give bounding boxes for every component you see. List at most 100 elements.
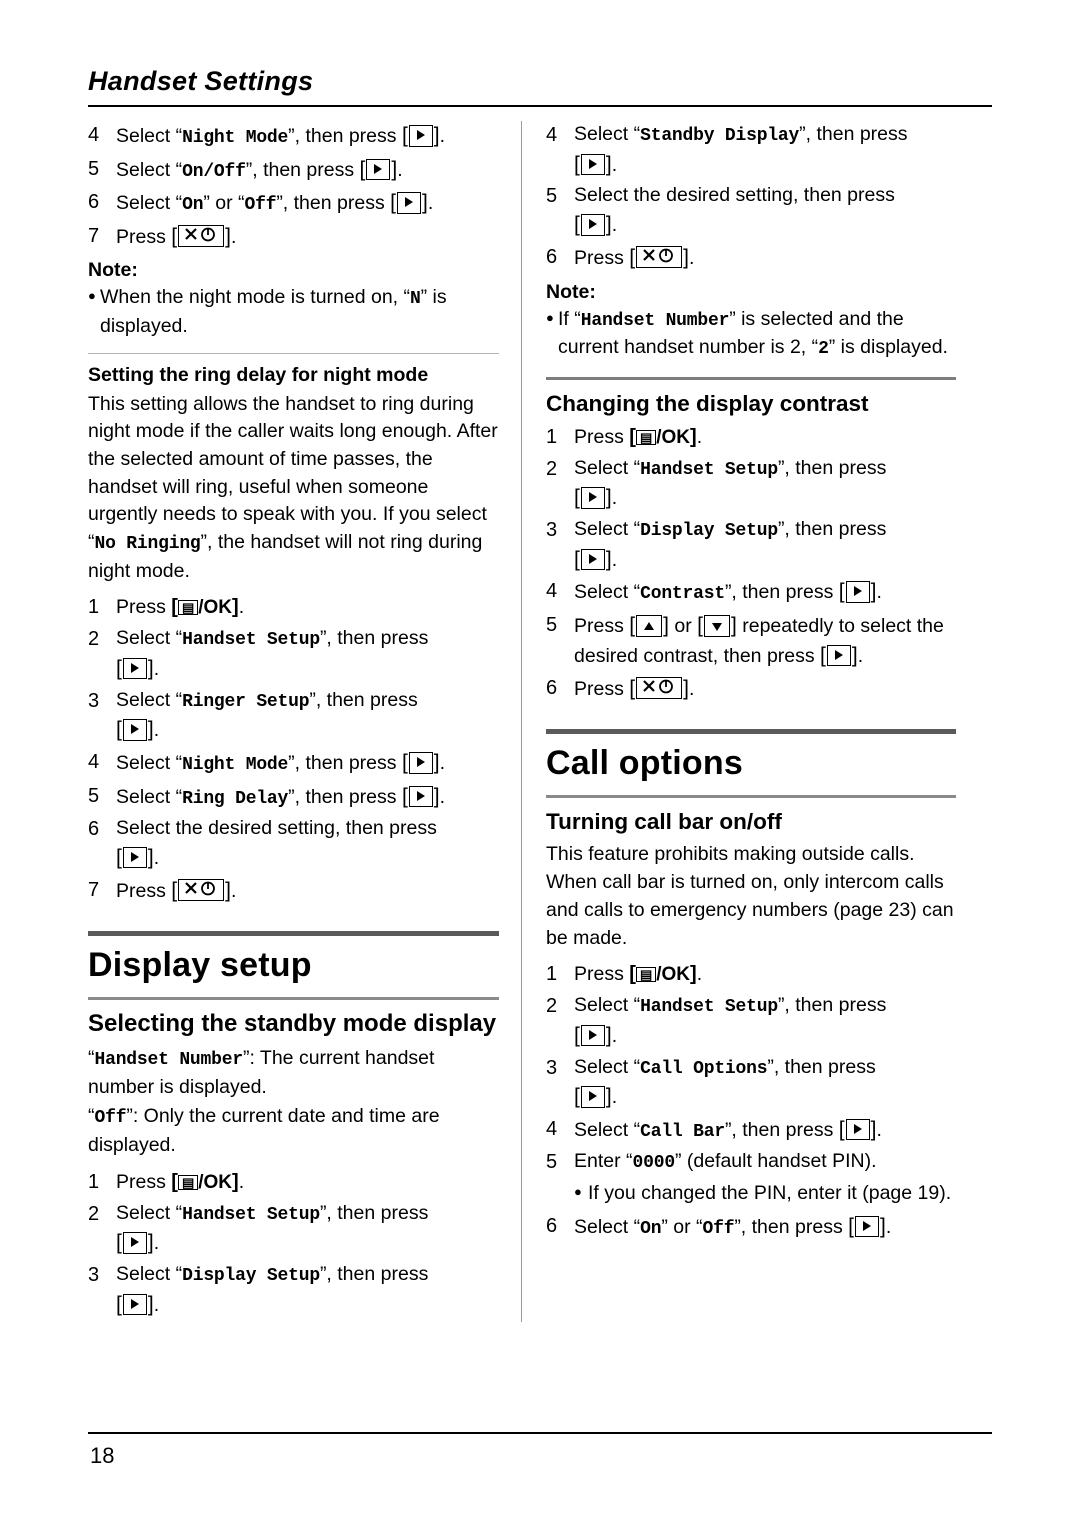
bullet-dot: ● [546, 309, 554, 325]
subsection-heading: Setting the ring delay for night mode [88, 363, 429, 386]
chapter-title-display-setup: Display setup [88, 946, 312, 985]
step-text-end: . [611, 214, 618, 237]
step-text-end: . [876, 581, 882, 604]
step-item: 4 Select “Night Mode”, then press []. [88, 748, 499, 779]
navigator-key-icon: [] [401, 124, 440, 147]
step-text-post: ”, then press [767, 1055, 876, 1078]
menu-item-name: Off [94, 1108, 127, 1129]
step-text: Select “Display Setup”, then press []. [116, 1261, 499, 1319]
menu-item-name: Contrast [640, 584, 725, 605]
navigator-key-icon: [] [574, 152, 612, 176]
step-text: Select “Handset Setup”, then press []. [116, 625, 499, 683]
navigator-key-icon: [] [359, 157, 398, 181]
step-item: 5 Press [] or [] repeatedly to select th… [546, 611, 956, 671]
step-number: 4 [88, 124, 100, 146]
step-text-end: . [439, 125, 446, 147]
step-text-post: ”, then press [288, 752, 402, 775]
menu-item-name: Call Bar [640, 1121, 725, 1142]
note-bullet-text: When the night mode is turned on, “N” is… [100, 284, 499, 340]
chapter-underline [546, 795, 956, 799]
step-text-end: . [439, 752, 446, 775]
step-number: 7 [88, 224, 100, 247]
power-phone-icon [185, 881, 216, 896]
menu-ok-key-icon: [▤/OK] [629, 425, 697, 448]
step-text: Select “Ringer Setup”, then press []. [116, 687, 499, 745]
step-number: 2 [88, 1202, 100, 1225]
navigator-key-icon: [] [574, 213, 612, 237]
menu-item-name-alt: Off [702, 1218, 735, 1239]
step-text: Press []. [574, 243, 956, 273]
navigator-key-icon: [] [116, 718, 154, 742]
step-text-post: ”, then press [777, 994, 887, 1017]
step-item: 3 Select “Ringer Setup”, then press []. [88, 687, 499, 745]
note-bullet: ● When the night mode is turned on, “N” … [88, 284, 499, 340]
step-text-pre: Press [116, 879, 172, 902]
body-paragraph: “Handset Number”: The current handset nu… [88, 1047, 435, 1098]
step-text-pre: Press [116, 225, 172, 248]
step-text-end: . [153, 846, 160, 869]
menu-ok-key-icon: [▤/OK] [171, 596, 239, 619]
note-text-pre: If “ [558, 307, 581, 330]
default-pin-code: 0000 [632, 1153, 676, 1174]
step-item: 6 Press []. [546, 674, 956, 704]
step-text-post: ”, then press [777, 518, 887, 541]
navigator-key-icon: [] [401, 784, 440, 808]
step-text-pre: Press [574, 615, 630, 637]
bullet-dot: ● [88, 288, 96, 304]
step-text-pre: Select “ [574, 1055, 641, 1078]
step-text: Select “Call Options”, then press []. [574, 1054, 956, 1112]
menu-item-name: On [182, 195, 204, 216]
step-text-pre: Enter “ [574, 1150, 633, 1173]
navigator-key-icon: [] [116, 845, 154, 869]
step-text-end: . [688, 677, 695, 700]
page-header-title: Handset Settings [88, 66, 314, 96]
step-text-end: . [857, 644, 864, 667]
menu-item-name: No Ringing [94, 534, 201, 555]
step-item: 4 Select “Call Bar”, then press []. [546, 1115, 956, 1146]
menu-item-name: Display Setup [640, 521, 778, 542]
manual-page: Handset Settings 4 Select “Night Mode”, … [0, 0, 1080, 1528]
step-text-end: . [696, 963, 703, 986]
step-number: 1 [546, 425, 558, 448]
step-text-end: . [230, 225, 237, 248]
step-number: 6 [88, 191, 100, 214]
two-column-body: 4 Select “Night Mode”, then press []. 5 … [88, 121, 992, 1323]
step-text-pre: Select “ [116, 1263, 183, 1286]
step-text-pre: Select “ [574, 1118, 641, 1141]
step-item: 5 Select “On/Off”, then press []. [88, 155, 499, 186]
display-code: 2 [818, 339, 829, 360]
menu-ok-key-icon: [▤/OK] [171, 1170, 239, 1193]
step-text-pre: Select “ [574, 456, 641, 479]
step-text-end: . [427, 192, 434, 215]
header-divider [88, 105, 992, 107]
step-item: 6 Press []. [546, 243, 956, 273]
navigator-key-icon: [] [848, 1214, 886, 1238]
section-divider [88, 352, 499, 354]
step-text-end: . [688, 246, 695, 269]
navigator-key-icon: [] [838, 580, 877, 604]
step-text-pre: Press [574, 963, 630, 986]
step-text-end: . [238, 596, 245, 619]
step-text-pre: Select “ [574, 581, 641, 604]
step-text: Select “Standby Display”, then press []. [574, 121, 956, 179]
step-item: 1 Press [▤/OK]. [88, 593, 499, 622]
section-title-call-bar: Turning call bar on/off [546, 809, 782, 835]
menu-item-name: Ring Delay [182, 788, 289, 809]
section-divider [546, 376, 956, 380]
step-item: 6 Select “On” or “Off”, then press []. [88, 188, 499, 219]
step-text: Select “Call Bar”, then press []. [574, 1115, 956, 1146]
menu-item-name: On/Off [182, 161, 246, 182]
step-text-post: ”, then press [288, 785, 402, 808]
step-item: 3 Select “Display Setup”, then press []. [88, 1261, 499, 1319]
step-text-pre: Select “ [116, 785, 183, 808]
note-label: Note: [546, 280, 596, 303]
step-text-end: . [230, 879, 237, 902]
step-item: 3 Select “Display Setup”, then press []. [546, 516, 956, 574]
step-text-end: . [611, 1024, 618, 1047]
navigator-key-icon: [] [574, 1085, 612, 1109]
step-text-pre: Press [116, 596, 172, 619]
step-text: Select the desired setting, then press []… [574, 182, 956, 240]
step-number: 6 [546, 245, 558, 268]
step-text-end: . [153, 1232, 160, 1255]
step-text-pre: Press [574, 425, 630, 448]
